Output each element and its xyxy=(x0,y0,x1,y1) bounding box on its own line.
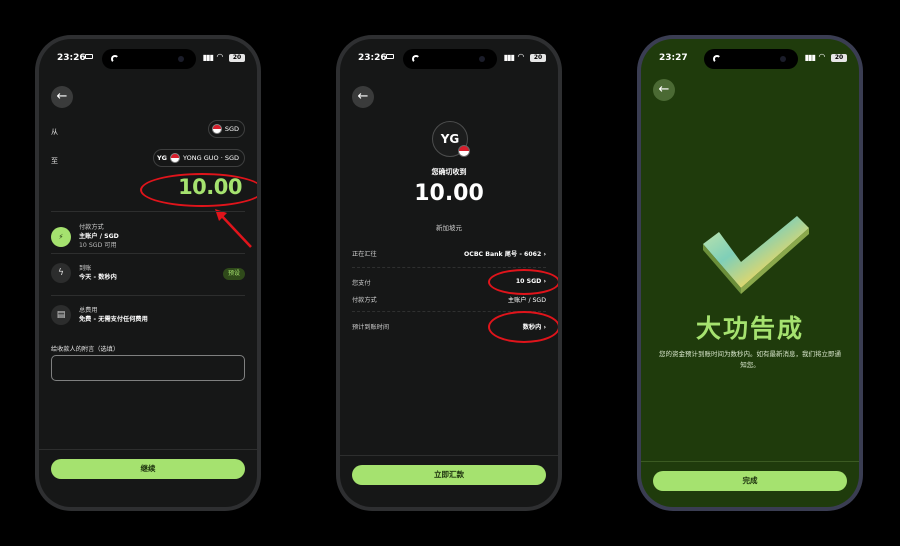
status-bar: 23:27 ▮▮▮ ◠ 20 xyxy=(641,39,859,75)
wifi-icon: ◠ xyxy=(216,52,223,61)
signal-icon: ▮▮▮ xyxy=(804,53,816,62)
wifi-icon: ◠ xyxy=(517,52,524,61)
dynamic-island xyxy=(403,49,497,69)
activity-icon xyxy=(713,55,721,63)
battery-icon: 20 xyxy=(229,54,245,62)
phone-success: 23:27 ▮▮▮ ◠ 20 ← 大功告成 您的资金预计到账时间为数秒内。如有最… xyxy=(637,35,863,511)
recipient-name: YONG GUO · SGD xyxy=(183,154,239,162)
camera-icon xyxy=(780,56,786,62)
success-screen: 23:27 ▮▮▮ ◠ 20 ← 大功告成 您的资金预计到账时间为数秒内。如有最… xyxy=(641,39,859,507)
note-label: 给收款人的附言（选填） xyxy=(51,346,120,353)
status-time: 23:26 xyxy=(57,53,86,63)
dynamic-island xyxy=(704,49,798,69)
phone-transfer-form: 23:26 ▮▮▮ ◠ 20 ← 从 SGD 至 YG YONG GUO · S… xyxy=(35,35,261,511)
arrival-title: 到账 xyxy=(79,265,92,272)
back-button[interactable]: ← xyxy=(51,86,73,108)
battery-icon: 20 xyxy=(530,54,546,62)
chevron-right-icon: › xyxy=(543,251,546,258)
divider xyxy=(39,449,257,450)
to-label: 至 xyxy=(51,157,58,165)
payment-method-title: 付款方式 xyxy=(79,224,104,231)
currency-name: 新加坡元 xyxy=(436,224,462,232)
receive-amount: 10.00 xyxy=(414,181,484,206)
method-label: 付款方式 xyxy=(352,297,377,304)
success-message: 您的资金预计到账时间为数秒内。如有最新消息，我们将立即通知您。 xyxy=(659,350,841,369)
pay-label: 您支付 xyxy=(352,280,371,287)
arrow-left-icon: ← xyxy=(357,89,369,104)
singapore-flag-icon xyxy=(211,124,222,134)
status-time: 23:26 xyxy=(358,53,387,63)
divider xyxy=(51,295,245,296)
success-checkmark-icon xyxy=(703,216,809,294)
payment-method-row[interactable]: ⚡ 付款方式 主账户 / SGD 10 SGD 可用 xyxy=(51,223,245,250)
fee-main: 免费 - 无需支付任何费用 xyxy=(79,316,148,323)
divider xyxy=(51,253,245,254)
singapore-flag-icon xyxy=(458,145,470,157)
signal-icon: ▮▮▮ xyxy=(202,53,214,62)
fee-row: ▤ 总费用 免费 - 无需支付任何费用 xyxy=(51,305,245,325)
continue-button[interactable]: 继续 xyxy=(51,459,245,479)
back-button[interactable]: ← xyxy=(352,86,374,108)
send-now-button[interactable]: 立即汇款 xyxy=(352,465,546,485)
annotation-circle xyxy=(488,311,558,343)
receive-label: 您确切收到 xyxy=(431,168,467,176)
done-button[interactable]: 完成 xyxy=(653,471,847,491)
sleep-icon xyxy=(386,54,394,59)
dynamic-island xyxy=(102,49,196,69)
singapore-flag-icon xyxy=(170,153,181,163)
payment-method-balance: 10 SGD 可用 xyxy=(79,242,117,249)
wallet-icon: ⚡ xyxy=(51,226,71,247)
divider xyxy=(352,267,546,268)
annotation-circle xyxy=(140,173,257,207)
arrow-left-icon: ← xyxy=(658,82,670,97)
camera-icon xyxy=(479,56,485,62)
activity-icon xyxy=(111,55,119,63)
recipient-initials: YG xyxy=(156,154,168,162)
success-title: 大功告成 xyxy=(695,314,804,343)
note-input[interactable] xyxy=(51,355,245,381)
camera-icon xyxy=(178,56,184,62)
receipt-icon: ▤ xyxy=(51,305,71,325)
preset-chip: 预设 xyxy=(222,268,245,280)
method-value: 主账户 / SGD xyxy=(507,297,546,304)
recipient-selector[interactable]: YG YONG GUO · SGD xyxy=(152,149,245,167)
from-currency-selector[interactable]: SGD xyxy=(207,120,245,138)
battery-icon: 20 xyxy=(831,54,847,62)
divider xyxy=(51,211,245,212)
payment-method-main: 主账户 / SGD xyxy=(79,233,119,240)
divider xyxy=(340,455,558,456)
fee-title: 总费用 xyxy=(79,307,98,314)
status-time: 23:27 xyxy=(659,53,688,63)
signal-icon: ▮▮▮ xyxy=(503,53,515,62)
arrival-row[interactable]: ϟ 到账 今天 - 数秒内 xyxy=(51,263,245,283)
eta-label: 预计到账时间 xyxy=(352,324,390,331)
arrival-main: 今天 - 数秒内 xyxy=(79,274,117,281)
from-label: 从 xyxy=(51,128,58,136)
status-bar: 23:26 ▮▮▮ ◠ 20 xyxy=(340,39,558,75)
from-currency: SGD xyxy=(224,125,239,133)
status-bar: 23:26 ▮▮▮ ◠ 20 xyxy=(39,39,257,75)
sleep-icon xyxy=(85,54,93,59)
phone-review: 23:26 ▮▮▮ ◠ 20 ← YG 您确切收到 10.00 新加坡元 正在汇… xyxy=(336,35,562,511)
arrow-left-icon: ← xyxy=(56,89,68,104)
transfer-form-screen: 23:26 ▮▮▮ ◠ 20 ← 从 SGD 至 YG YONG GUO · S… xyxy=(39,39,257,507)
to-label: 正在汇往 xyxy=(352,251,377,258)
review-screen: 23:26 ▮▮▮ ◠ 20 ← YG 您确切收到 10.00 新加坡元 正在汇… xyxy=(340,39,558,507)
back-button[interactable]: ← xyxy=(653,79,675,101)
annotation-circle xyxy=(488,269,558,295)
activity-icon xyxy=(412,55,420,63)
to-account: OCBC Bank 尾号 - 6062 xyxy=(464,251,542,258)
lightning-icon: ϟ xyxy=(51,263,71,283)
wifi-icon: ◠ xyxy=(818,52,825,61)
divider xyxy=(641,461,859,462)
